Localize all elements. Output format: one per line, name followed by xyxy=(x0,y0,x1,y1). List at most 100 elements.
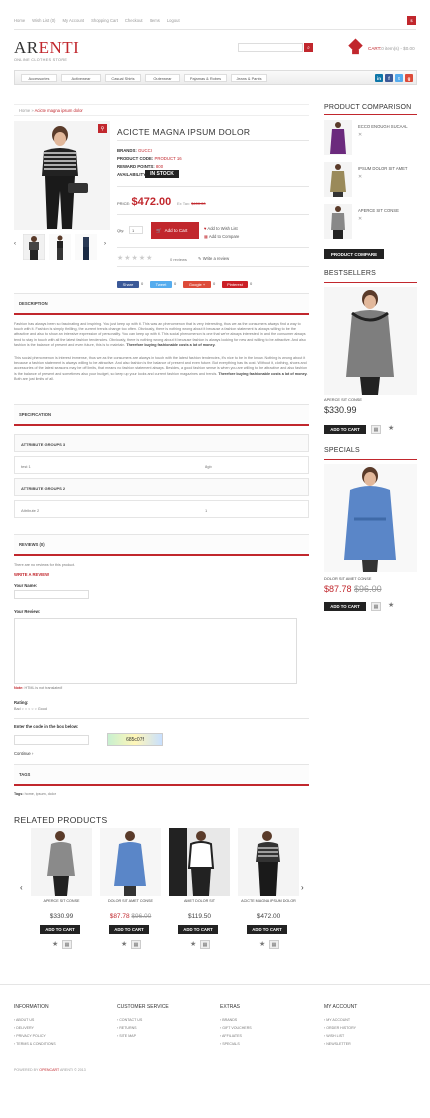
rating-radio-1[interactable]: ○ xyxy=(22,707,24,711)
search-button[interactable]: ⌕ xyxy=(304,43,313,52)
related-image-2[interactable] xyxy=(100,828,161,896)
menu-accessories[interactable]: Accessories xyxy=(21,74,57,82)
top-nav-items[interactable]: Items xyxy=(150,18,160,23)
logo[interactable]: ARENTI xyxy=(14,38,79,58)
related-wishlist-icon-3[interactable]: ★ xyxy=(190,940,196,948)
zoom-button[interactable]: ⚲ xyxy=(98,124,107,133)
description-tab[interactable]: DESCRIPTION xyxy=(14,293,309,315)
related-image-1[interactable] xyxy=(31,828,92,896)
cart-summary[interactable]: CART:0 item(s) - $0.00 xyxy=(368,46,415,51)
tags-value[interactable]: home, ipsum, dolor xyxy=(25,792,56,796)
googleplus-icon[interactable]: g xyxy=(405,74,413,82)
cart-icon[interactable] xyxy=(347,38,364,55)
add-wishlist-link[interactable]: ♥ Add to Wish List xyxy=(204,226,238,231)
write-review-link[interactable]: ✎ Write a review xyxy=(198,256,229,261)
copyright-brand[interactable]: OPENCART xyxy=(39,1068,59,1072)
bestseller-image[interactable] xyxy=(324,287,417,395)
footer-link-privacy[interactable]: › PRIVACY POLICY xyxy=(14,1032,56,1040)
breadcrumb-current[interactable]: Acicte magna ipsum dolor xyxy=(35,108,83,113)
rating-radio-5[interactable]: ○ xyxy=(35,707,37,711)
compare-name-1[interactable]: ECCO ENOUGH SUCAAL xyxy=(358,124,408,129)
menu-activewear[interactable]: Activewear xyxy=(61,74,101,82)
top-nav-account[interactable]: My Account xyxy=(62,18,84,23)
facebook-icon[interactable]: f xyxy=(385,74,393,82)
top-nav-cart[interactable]: Shopping Cart xyxy=(91,18,118,23)
reviews-link[interactable]: 0 reviews xyxy=(170,257,187,262)
footer-link-newsletter[interactable]: › NEWSLETTER xyxy=(324,1040,357,1048)
google-share-button[interactable]: Google + xyxy=(183,281,211,288)
product-compare-button[interactable]: PRODUCT COMPARE xyxy=(324,249,384,259)
compare-image-1[interactable] xyxy=(324,120,352,155)
related-compare-icon-4[interactable]: ▦ xyxy=(269,940,279,949)
menu-pajamas[interactable]: Pajamas & Robes xyxy=(184,74,227,82)
bestseller-name[interactable]: APERCE SIT CONSE xyxy=(324,397,362,402)
related-name-1[interactable]: APERCE SIT CONSE xyxy=(31,899,92,903)
footer-link-about[interactable]: › ABOUT US xyxy=(14,1016,56,1024)
related-image-3[interactable] xyxy=(169,828,230,896)
special-add-cart[interactable]: ADD TO CART xyxy=(324,602,366,611)
bestseller-compare-icon[interactable]: ▦ xyxy=(371,425,381,434)
facebook-share-button[interactable]: Share xyxy=(117,281,139,288)
related-add-cart-3[interactable]: ADD TO CART xyxy=(178,925,218,934)
footer-link-affiliates[interactable]: › AFFILIATES xyxy=(220,1032,252,1040)
twitter-icon[interactable]: t xyxy=(395,74,403,82)
compare-image-3[interactable] xyxy=(324,204,352,239)
thumb-3[interactable] xyxy=(75,234,97,260)
related-next-arrow[interactable]: › xyxy=(301,883,304,892)
related-add-cart-1[interactable]: ADD TO CART xyxy=(40,925,80,934)
compare-name-3[interactable]: APERCE SIT CONSE xyxy=(358,208,399,213)
menu-jeans[interactable]: Jeans & Pants xyxy=(231,74,267,82)
related-image-4[interactable] xyxy=(238,828,299,896)
pinterest-button[interactable]: Pinterest xyxy=(222,281,248,288)
bestseller-wishlist-icon[interactable]: ★ xyxy=(388,424,394,432)
related-compare-icon-2[interactable]: ▦ xyxy=(131,940,141,949)
related-wishlist-icon-2[interactable]: ★ xyxy=(121,940,127,948)
footer-link-vouchers[interactable]: › GIFT VOUCHERS xyxy=(220,1024,252,1032)
currency-button[interactable]: $ xyxy=(407,16,416,25)
footer-link-brands[interactable]: › BRANDS xyxy=(220,1016,252,1024)
review-name-input[interactable] xyxy=(14,590,89,599)
thumb-prev-arrow[interactable]: ‹ xyxy=(14,241,16,247)
special-name[interactable]: DOLOR SIT AMET CONSE xyxy=(324,576,371,581)
add-to-cart-button[interactable]: 🛒 Add to Cart xyxy=(151,222,199,239)
compare-image-2[interactable] xyxy=(324,162,352,197)
reviews-tab[interactable]: REVIEWS (0) xyxy=(14,534,309,556)
bestseller-add-cart[interactable]: ADD TO CART xyxy=(324,425,366,434)
related-name-2[interactable]: DOLOR SIT AMET CONSE xyxy=(100,899,161,903)
special-image[interactable] xyxy=(324,464,417,572)
continue-button[interactable]: Continue › xyxy=(14,751,33,756)
rating-radio-2[interactable]: ○ xyxy=(25,707,27,711)
brand-value[interactable]: GUCCI xyxy=(138,148,152,153)
specification-tab[interactable]: SPECIFICATION xyxy=(14,404,309,426)
tags-tab[interactable]: TAGS xyxy=(14,764,309,786)
special-compare-icon[interactable]: ▦ xyxy=(371,602,381,611)
search-input[interactable] xyxy=(238,43,303,52)
menu-casual-shirts[interactable]: Casual Shirts xyxy=(105,74,141,82)
compare-remove-3[interactable]: ✕ xyxy=(358,216,362,222)
product-main-image[interactable] xyxy=(14,121,110,230)
add-compare-link[interactable]: ▦ Add to Compare xyxy=(204,234,239,239)
footer-link-sitemap[interactable]: › SITE MAP xyxy=(117,1032,169,1040)
related-wishlist-icon-1[interactable]: ★ xyxy=(52,940,58,948)
footer-link-terms[interactable]: › TERMS & CONDITIONS xyxy=(14,1040,56,1048)
footer-link-delivery[interactable]: › DELIVERY xyxy=(14,1024,56,1032)
rating-radio-4[interactable]: ○ xyxy=(31,707,33,711)
linkedin-icon[interactable]: in xyxy=(375,74,383,82)
thumb-2[interactable] xyxy=(49,234,71,260)
related-add-cart-4[interactable]: ADD TO CART xyxy=(247,925,287,934)
compare-remove-1[interactable]: ✕ xyxy=(358,132,362,138)
related-name-3[interactable]: AMET DOLOR SIT xyxy=(169,899,230,903)
menu-outerwear[interactable]: Outerwear xyxy=(145,74,180,82)
footer-link-returns[interactable]: › RETURNS xyxy=(117,1024,169,1032)
related-prev-arrow[interactable]: ‹ xyxy=(20,883,23,892)
review-textarea[interactable] xyxy=(14,618,297,684)
top-nav-logout[interactable]: Logout xyxy=(167,18,180,23)
related-name-4[interactable]: ACICTE MAGNA IPSUM DOLOR xyxy=(238,899,299,904)
tweet-button[interactable]: Tweet xyxy=(150,281,172,288)
footer-link-specials[interactable]: › SPECIALS xyxy=(220,1040,252,1048)
thumb-next-arrow[interactable]: › xyxy=(104,241,106,247)
top-nav-checkout[interactable]: Checkout xyxy=(125,18,143,23)
captcha-input[interactable] xyxy=(14,735,89,745)
compare-remove-2[interactable]: ✕ xyxy=(358,174,362,180)
footer-link-contact[interactable]: › CONTACT US xyxy=(117,1016,169,1024)
